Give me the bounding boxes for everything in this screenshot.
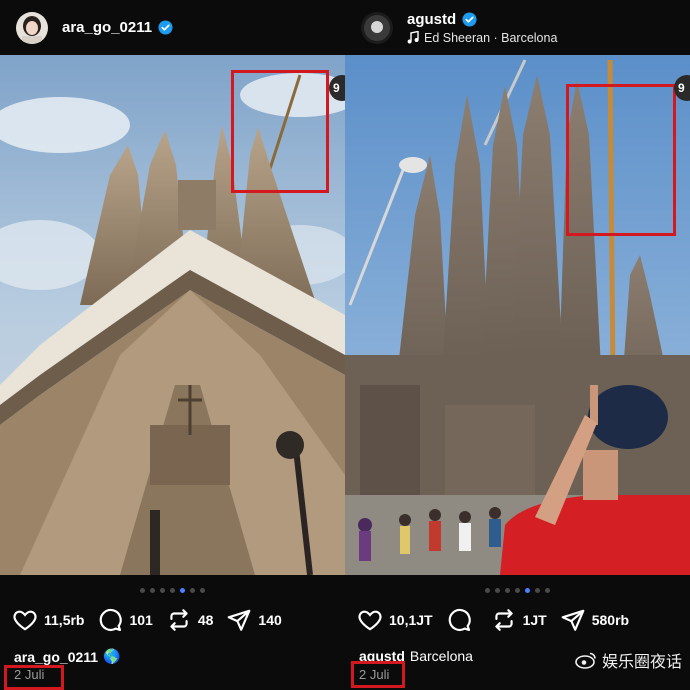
- like-button[interactable]: 10,1JT: [357, 607, 433, 633]
- carousel-dot[interactable]: [515, 588, 520, 593]
- highlight-box-crane: [566, 84, 676, 236]
- repost-icon: [494, 609, 513, 631]
- carousel-indicator: [345, 588, 690, 593]
- user-avatar[interactable]: [16, 11, 48, 44]
- comment-button[interactable]: 101: [97, 607, 153, 633]
- caption-text: Barcelona: [409, 648, 473, 664]
- post-caption: ara_go_0211 🌎: [14, 648, 121, 665]
- carousel-dot[interactable]: [190, 588, 195, 593]
- carousel-dot[interactable]: [505, 588, 510, 593]
- watermark-text: 娱乐圈夜话: [601, 654, 682, 671]
- user-avatar[interactable]: [361, 11, 393, 44]
- send-icon: [561, 609, 585, 631]
- post-username[interactable]: ara_go_0211: [62, 19, 152, 36]
- repost-count: 48: [197, 612, 214, 628]
- comment-icon: [100, 608, 123, 632]
- carousel-dot[interactable]: [525, 588, 530, 593]
- left-post-panel: ara_go_0211 9 11,5rb 101 48 140 ara_go_0…: [0, 0, 345, 690]
- weibo-logo-icon: [575, 652, 596, 669]
- comment-button[interactable]: [446, 607, 478, 633]
- post-username[interactable]: agustd: [407, 11, 456, 28]
- share-button[interactable]: 580rb: [560, 607, 629, 633]
- highlight-box-crane: [231, 70, 329, 193]
- left-post-header: ara_go_0211: [0, 0, 345, 55]
- highlight-box-date: [351, 661, 405, 688]
- repost-button[interactable]: 1JT: [491, 607, 547, 633]
- carousel-dot[interactable]: [150, 588, 155, 593]
- music-note-icon: [407, 31, 419, 44]
- send-icon: [228, 609, 251, 631]
- caption-username[interactable]: ara_go_0211: [14, 649, 98, 665]
- music-info[interactable]: Ed Sheeran · Barcelona: [424, 31, 557, 45]
- comment-count: 101: [129, 612, 153, 628]
- post-actions: 10,1JT 1JT 580rb: [357, 607, 642, 633]
- repost-count: 1JT: [522, 612, 547, 628]
- weibo-watermark: 娱乐圈夜话: [575, 648, 682, 672]
- carousel-dot[interactable]: [545, 588, 550, 593]
- heart-icon: [358, 610, 382, 631]
- heart-icon: [13, 610, 37, 631]
- share-button[interactable]: 140: [226, 607, 282, 633]
- share-count: 140: [258, 612, 282, 628]
- carousel-dot[interactable]: [485, 588, 490, 593]
- repost-button[interactable]: 48: [166, 607, 214, 633]
- carousel-dot[interactable]: [535, 588, 540, 593]
- verified-badge-icon: [158, 20, 173, 35]
- share-count: 580rb: [591, 612, 630, 628]
- carousel-dot[interactable]: [140, 588, 145, 593]
- right-post-header: agustd Ed Sheeran · Barcelona: [345, 0, 690, 55]
- carousel-indicator: [0, 588, 345, 593]
- comment-icon: [448, 608, 471, 632]
- repost-icon: [170, 609, 188, 631]
- verified-badge-icon: [462, 11, 477, 27]
- highlight-box-date: [4, 665, 64, 690]
- carousel-dot[interactable]: [170, 588, 175, 593]
- like-count: 10,1JT: [389, 612, 433, 628]
- right-post-panel: agustd Ed Sheeran · Barcelona 9 10,1JT 1…: [345, 0, 690, 690]
- carousel-dot[interactable]: [495, 588, 500, 593]
- like-button[interactable]: 11,5rb: [12, 607, 84, 633]
- like-count: 11,5rb: [44, 612, 85, 628]
- post-photo-sagrada-familia-towers[interactable]: 9: [345, 55, 690, 575]
- post-photo-sagrada-familia-facade[interactable]: 9: [0, 55, 345, 575]
- post-actions: 11,5rb 101 48 140: [12, 607, 295, 633]
- carousel-dot[interactable]: [160, 588, 165, 593]
- carousel-dot[interactable]: [200, 588, 205, 593]
- carousel-dot[interactable]: [180, 588, 185, 593]
- globe-emoji: 🌎: [103, 648, 121, 664]
